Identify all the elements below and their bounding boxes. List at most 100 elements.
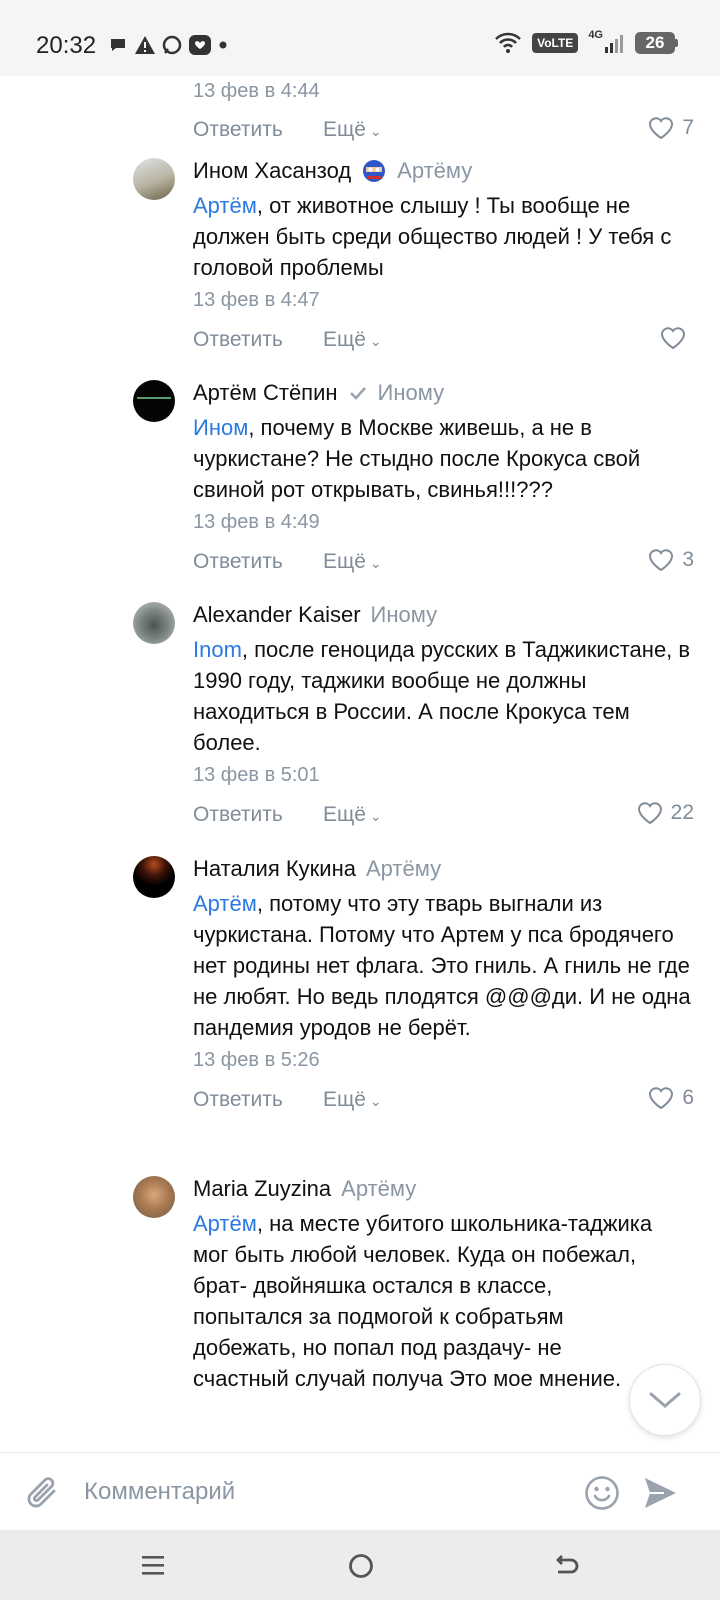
- system-nav-bar: [0, 1530, 720, 1600]
- dot-icon: [219, 41, 227, 49]
- avatar[interactable]: [133, 856, 175, 898]
- comment-actions: Ответить Ещё ⌄: [193, 324, 694, 362]
- app-badge-icon: [189, 35, 211, 55]
- comment-text: Артём, на месте убитого школьника-таджик…: [193, 1211, 653, 1391]
- battery-level: 26: [635, 32, 675, 54]
- chevron-down-icon: ⌄: [365, 555, 382, 571]
- like-count: 7: [682, 116, 694, 139]
- reply-button[interactable]: Ответить: [193, 328, 283, 352]
- comment-time: 13 фев в 4:49: [193, 511, 320, 533]
- like-count: 22: [670, 801, 694, 824]
- comment-actions: Ответить Ещё ⌄ 6: [193, 1084, 694, 1122]
- send-button[interactable]: [642, 1475, 678, 1516]
- scroll-down-button[interactable]: [629, 1364, 701, 1436]
- comment-author[interactable]: Артём Стёпин: [193, 380, 338, 406]
- reply-to[interactable]: Артёму: [397, 158, 472, 184]
- paperclip-icon: [27, 1477, 56, 1508]
- reply-button[interactable]: Ответить: [193, 1088, 283, 1112]
- comment-actions: Ответить Ещё ⌄ 7: [193, 114, 694, 152]
- reply-to[interactable]: Иному: [371, 602, 438, 628]
- mention-link[interactable]: Inom: [193, 637, 242, 662]
- send-icon: [645, 1478, 676, 1508]
- comment-time: 13 фев в 5:26: [193, 1049, 320, 1071]
- captain-america-emoji-icon: [363, 160, 386, 182]
- more-button[interactable]: Ещё ⌄: [323, 118, 382, 142]
- attach-button[interactable]: [24, 1473, 62, 1518]
- comment-text: Артём, от животное слышу ! Ты вообще не …: [193, 193, 672, 280]
- comment-partial: 13 фев в 4:44 Ответить Ещё ⌄ 7: [0, 76, 720, 148]
- chevron-down-icon: ⌄: [365, 1093, 382, 1109]
- mention-link[interactable]: Ином: [193, 415, 248, 440]
- notification-icons: [108, 34, 228, 56]
- comment-text: Inom, после геноцида русских в Таджикист…: [193, 637, 691, 755]
- chevron-down-icon: ⌄: [365, 808, 382, 824]
- mention-link[interactable]: Артём: [193, 891, 257, 916]
- more-button[interactable]: Ещё ⌄: [323, 803, 382, 827]
- like-button[interactable]: 6: [648, 1086, 694, 1110]
- reply-button[interactable]: Ответить: [193, 550, 283, 574]
- reply-to[interactable]: Артёму: [366, 856, 441, 882]
- comment-author[interactable]: Ином Хасанзод: [193, 158, 351, 184]
- warning-icon: [135, 36, 155, 54]
- like-count: 3: [682, 548, 694, 571]
- heart-icon: [660, 327, 686, 350]
- like-button[interactable]: [660, 326, 694, 350]
- reply-button[interactable]: Ответить: [193, 118, 283, 142]
- message-icon: [162, 35, 182, 55]
- battery-indicator: 26: [635, 32, 678, 54]
- comment-time: 13 фев в 4:47: [193, 289, 320, 311]
- recent-apps-button[interactable]: [140, 1552, 166, 1583]
- comments-feed[interactable]: 13 фев в 4:44 Ответить Ещё ⌄ 7 Ином Хаса…: [0, 76, 720, 1452]
- avatar[interactable]: [133, 1176, 175, 1218]
- network-type: 4G: [588, 29, 603, 41]
- avatar[interactable]: [133, 158, 175, 200]
- heart-icon: [637, 802, 662, 825]
- heart-icon: [649, 1087, 674, 1110]
- reply-to[interactable]: Артёму: [341, 1176, 416, 1202]
- more-button[interactable]: Ещё ⌄: [323, 1088, 382, 1112]
- status-right: VoLTE 4G 26: [494, 29, 678, 54]
- volte-badge: VoLTE: [532, 33, 579, 53]
- wifi-icon: [495, 32, 521, 53]
- chat-bubble-icon: [111, 39, 125, 51]
- status-bar: 20:32 VoLTE 4G 26: [0, 0, 720, 76]
- reply-button[interactable]: Ответить: [193, 803, 283, 827]
- emoji-button[interactable]: [584, 1475, 620, 1516]
- mention-link[interactable]: Артём: [193, 1211, 257, 1236]
- comment-input[interactable]: [84, 1471, 554, 1513]
- chevron-down-icon: [649, 1392, 681, 1408]
- like-button[interactable]: 3: [648, 548, 694, 572]
- like-button[interactable]: 7: [648, 116, 694, 140]
- back-arrow-icon: [556, 1555, 579, 1574]
- heart-icon: [649, 117, 674, 140]
- comment-text: Ином, почему в Москве живешь, а не в чур…: [193, 415, 641, 502]
- like-button[interactable]: 22: [637, 801, 694, 825]
- home-button[interactable]: [347, 1552, 375, 1585]
- menu-lines-icon: [142, 1556, 164, 1575]
- comment-text: Артём, потому что эту тварь выгнали из ч…: [193, 891, 691, 1040]
- comment-author[interactable]: Alexander Kaiser: [193, 602, 361, 628]
- more-button[interactable]: Ещё ⌄: [323, 328, 382, 352]
- comment-author[interactable]: Наталия Кукина: [193, 856, 356, 882]
- comment-time: 13 фев в 4:44: [193, 80, 320, 102]
- home-circle-icon: [349, 1554, 373, 1578]
- comment-author[interactable]: Maria Zuyzina: [193, 1176, 331, 1202]
- like-count: 6: [682, 1086, 694, 1109]
- verified-check-icon: [349, 387, 366, 400]
- status-time: 20:32: [36, 32, 97, 59]
- heart-icon: [649, 549, 674, 572]
- chevron-down-icon: ⌄: [365, 333, 382, 349]
- back-button[interactable]: [552, 1552, 580, 1585]
- comment-time: 13 фев в 5:01: [193, 764, 320, 786]
- avatar[interactable]: [133, 380, 175, 422]
- comment-actions: Ответить Ещё ⌄ 22: [193, 799, 694, 837]
- reply-to[interactable]: Иному: [378, 380, 445, 406]
- avatar[interactable]: [133, 602, 175, 644]
- comment-composer: [0, 1452, 720, 1530]
- mention-link[interactable]: Артём: [193, 193, 257, 218]
- smiley-icon: [585, 1476, 619, 1510]
- more-button[interactable]: Ещё ⌄: [323, 550, 382, 574]
- signal-icon: [605, 35, 623, 53]
- comment-actions: Ответить Ещё ⌄ 3: [193, 546, 694, 584]
- chevron-down-icon: ⌄: [365, 123, 382, 139]
